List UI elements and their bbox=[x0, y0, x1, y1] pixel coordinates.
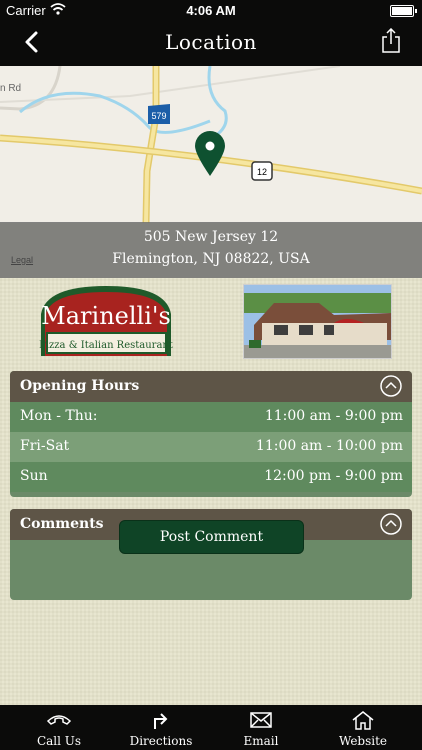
status-time: 4:06 AM bbox=[186, 3, 236, 18]
opening-hours-card: Opening Hours Mon - Thu: 11:00 am - 9:00… bbox=[10, 371, 412, 497]
hours-day: Mon - Thu: bbox=[20, 408, 98, 424]
tab-website[interactable]: Website bbox=[313, 705, 413, 750]
comments-title: Comments bbox=[20, 516, 104, 532]
top-bar: Carrier 4:06 AM Location bbox=[0, 0, 422, 66]
chevron-up-icon[interactable] bbox=[380, 513, 402, 535]
comments-card: Comments Post Comment bbox=[10, 509, 412, 600]
hours-day: Fri-Sat bbox=[20, 438, 70, 454]
location-map[interactable]: 579 12 n Rd bbox=[0, 66, 422, 223]
tab-call-us[interactable]: Call Us bbox=[9, 705, 109, 750]
post-comment-button[interactable]: Post Comment bbox=[119, 520, 304, 554]
directions-icon bbox=[154, 713, 168, 729]
tab-email[interactable]: Email bbox=[211, 705, 311, 750]
tab-label: Email bbox=[243, 734, 279, 748]
logo-name: Marinelli's bbox=[41, 302, 171, 330]
page-title: Location bbox=[165, 30, 257, 54]
home-icon bbox=[352, 711, 374, 730]
hours-time: 12:00 pm - 9:00 pm bbox=[264, 468, 403, 484]
share-button[interactable] bbox=[380, 28, 402, 54]
legal-link[interactable]: Legal bbox=[11, 255, 33, 265]
hours-row: Mon - Thu: 11:00 am - 9:00 pm bbox=[10, 402, 412, 432]
restaurant-logo: Marinelli's Pizza & Italian Restaurant bbox=[39, 286, 173, 356]
address-line-2: Flemington, NJ 08822, USA bbox=[112, 251, 310, 267]
route-12-label: 12 bbox=[257, 167, 267, 177]
chevron-up-icon[interactable] bbox=[380, 375, 402, 397]
battery-icon bbox=[390, 5, 417, 17]
logo-tagline: Pizza & Italian Restaurant bbox=[39, 340, 173, 351]
address-bar: 505 New Jersey 12 Flemington, NJ 08822, … bbox=[0, 222, 422, 278]
envelope-icon bbox=[250, 712, 272, 728]
address-line-1: 505 New Jersey 12 bbox=[143, 229, 279, 245]
tab-label: Website bbox=[338, 734, 388, 748]
restaurant-photo bbox=[243, 284, 392, 359]
opening-hours-header[interactable]: Opening Hours bbox=[10, 371, 412, 402]
tab-label: Directions bbox=[129, 734, 193, 748]
status-bar: Carrier 4:06 AM bbox=[0, 0, 422, 22]
hours-row: Fri-Sat 11:00 am - 10:00 pm bbox=[10, 432, 412, 462]
hours-time: 11:00 am - 9:00 pm bbox=[264, 408, 403, 424]
phone-icon bbox=[46, 715, 72, 725]
route-579-label: 579 bbox=[151, 111, 166, 121]
hours-time: 11:00 am - 10:00 pm bbox=[255, 438, 403, 454]
tab-directions[interactable]: Directions bbox=[111, 705, 211, 750]
tab-label: Call Us bbox=[36, 734, 82, 748]
opening-hours-title: Opening Hours bbox=[20, 378, 140, 394]
hours-day: Sun bbox=[20, 468, 48, 484]
road-label: n Rd bbox=[0, 83, 21, 94]
tab-bar: Call Us Directions Email Website bbox=[0, 705, 422, 750]
hours-row: Sun 12:00 pm - 9:00 pm bbox=[10, 462, 412, 492]
content-area: Marinelli's Pizza & Italian Restaurant O… bbox=[0, 278, 422, 705]
